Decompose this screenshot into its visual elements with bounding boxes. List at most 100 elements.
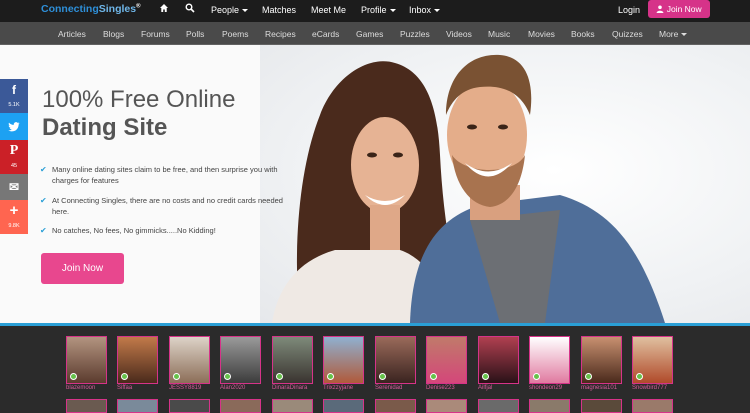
member-photo[interactable] — [478, 336, 519, 384]
member-photo[interactable] — [426, 399, 467, 413]
member-name[interactable]: Siffaa — [117, 385, 132, 391]
hero-bullet-text: No catches, No fees, No gimmicks.....No … — [52, 226, 216, 235]
member-photo[interactable] — [529, 399, 570, 413]
subnav-music[interactable]: Music — [488, 29, 510, 39]
member-name[interactable]: Alan2020 — [220, 385, 245, 391]
member-name[interactable]: Ailfjal — [478, 385, 492, 391]
pinterest-share-button[interactable]: P 45 — [0, 140, 28, 174]
online-status-icon — [379, 373, 386, 380]
subnav-videos[interactable]: Videos — [446, 29, 472, 39]
member-photo[interactable] — [117, 399, 158, 413]
member-name[interactable]: Trixzzyjane — [323, 385, 353, 391]
search-icon[interactable] — [185, 3, 195, 15]
member-card[interactable] — [478, 336, 519, 384]
member-photo[interactable] — [66, 336, 107, 384]
member-photo[interactable] — [426, 336, 467, 384]
online-status-icon — [121, 373, 128, 380]
member-card[interactable] — [323, 336, 364, 384]
chevron-down-icon — [389, 9, 396, 13]
subnav-books[interactable]: Books — [571, 29, 595, 39]
member-name[interactable]: Snowbird777 — [632, 385, 667, 391]
nav-profile-label: Profile — [361, 5, 387, 15]
hero-bullet-text: Many online dating sites claim to be fre… — [52, 165, 278, 185]
checkmark-icon: ✔ — [40, 196, 47, 205]
nav-inbox[interactable]: Inbox — [409, 5, 441, 15]
member-name[interactable]: Denise223 — [426, 385, 455, 391]
member-photo[interactable] — [323, 336, 364, 384]
member-photo[interactable] — [529, 336, 570, 384]
subnav-puzzles[interactable]: Puzzles — [400, 29, 430, 39]
member-photo[interactable] — [117, 336, 158, 384]
nav-people[interactable]: People — [211, 5, 249, 15]
subnav-forums[interactable]: Forums — [141, 29, 170, 39]
subnav-articles[interactable]: Articles — [58, 29, 86, 39]
nav-profile[interactable]: Profile — [361, 5, 396, 15]
member-card[interactable] — [632, 336, 673, 384]
subnav-recipes[interactable]: Recipes — [265, 29, 296, 39]
member-card[interactable] — [426, 336, 467, 384]
member-photo[interactable] — [169, 336, 210, 384]
member-card[interactable] — [272, 336, 313, 384]
member-photo[interactable] — [220, 336, 261, 384]
online-status-icon — [636, 373, 643, 380]
member-card[interactable] — [581, 336, 622, 384]
pinterest-icon: P — [9, 143, 19, 158]
member-card[interactable] — [375, 336, 416, 384]
member-photo[interactable] — [272, 336, 313, 384]
twitter-share-button[interactable] — [0, 113, 28, 140]
join-now-top-button[interactable]: Join Now — [648, 0, 710, 18]
member-photo[interactable] — [632, 399, 673, 413]
subnav-games[interactable]: Games — [356, 29, 383, 39]
member-name[interactable]: Serenidad — [375, 385, 402, 391]
member-photo[interactable] — [66, 399, 107, 413]
checkmark-icon: ✔ — [40, 165, 47, 174]
hero-title-line2: Dating Site — [42, 114, 168, 141]
member-photo[interactable] — [581, 336, 622, 384]
member-photo[interactable] — [632, 336, 673, 384]
home-icon[interactable] — [159, 3, 169, 15]
subnav-movies[interactable]: Movies — [528, 29, 555, 39]
more-share-button[interactable]: + 9.8K — [0, 200, 28, 234]
subnav-ecards[interactable]: eCards — [312, 29, 339, 39]
subnav-more[interactable]: More — [659, 29, 688, 39]
member-card[interactable] — [169, 336, 210, 384]
member-photo[interactable] — [581, 399, 622, 413]
member-name[interactable]: blazemoon — [66, 385, 95, 391]
email-icon: ✉ — [8, 180, 20, 194]
hero-title-line1: 100% Free Online — [42, 86, 236, 113]
nav-matches[interactable]: Matches — [262, 5, 296, 15]
member-photo[interactable] — [220, 399, 261, 413]
member-card[interactable] — [529, 336, 570, 384]
member-gallery: blazemoon Siffaa JESSY8819 Alan2020 Dina… — [0, 326, 750, 413]
subnav-more-label: More — [659, 29, 679, 39]
member-photo[interactable] — [272, 399, 313, 413]
login-link[interactable]: Login — [618, 5, 640, 15]
member-card[interactable] — [66, 336, 107, 384]
more-share-count: 9.8K — [8, 223, 20, 229]
checkmark-icon: ✔ — [40, 226, 47, 235]
member-name[interactable]: DinaraDinara — [272, 385, 307, 391]
member-name[interactable]: JESSY8819 — [169, 385, 201, 391]
member-photo[interactable] — [323, 399, 364, 413]
subnav-quizzes[interactable]: Quizzes — [612, 29, 643, 39]
member-photo[interactable] — [478, 399, 519, 413]
site-logo[interactable]: ConnectingSingles® — [41, 3, 141, 15]
member-photo[interactable] — [169, 399, 210, 413]
member-name[interactable]: shondeon29 — [529, 385, 562, 391]
subnav-poems[interactable]: Poems — [222, 29, 248, 39]
facebook-share-button[interactable]: f 5.1K — [0, 79, 28, 113]
member-card[interactable] — [220, 336, 261, 384]
subnav-blogs[interactable]: Blogs — [103, 29, 124, 39]
nav-meet-me[interactable]: Meet Me — [311, 5, 346, 15]
online-status-icon — [430, 373, 437, 380]
member-card[interactable] — [117, 336, 158, 384]
online-status-icon — [173, 373, 180, 380]
user-icon — [656, 5, 664, 13]
member-photo[interactable] — [375, 336, 416, 384]
email-share-button[interactable]: ✉ — [0, 174, 28, 200]
join-now-hero-button[interactable]: Join Now — [41, 253, 124, 284]
logo-text-connecting: Connecting — [41, 3, 99, 15]
member-name[interactable]: magnesia101 — [581, 385, 617, 391]
subnav-polls[interactable]: Polls — [186, 29, 204, 39]
member-photo[interactable] — [375, 399, 416, 413]
